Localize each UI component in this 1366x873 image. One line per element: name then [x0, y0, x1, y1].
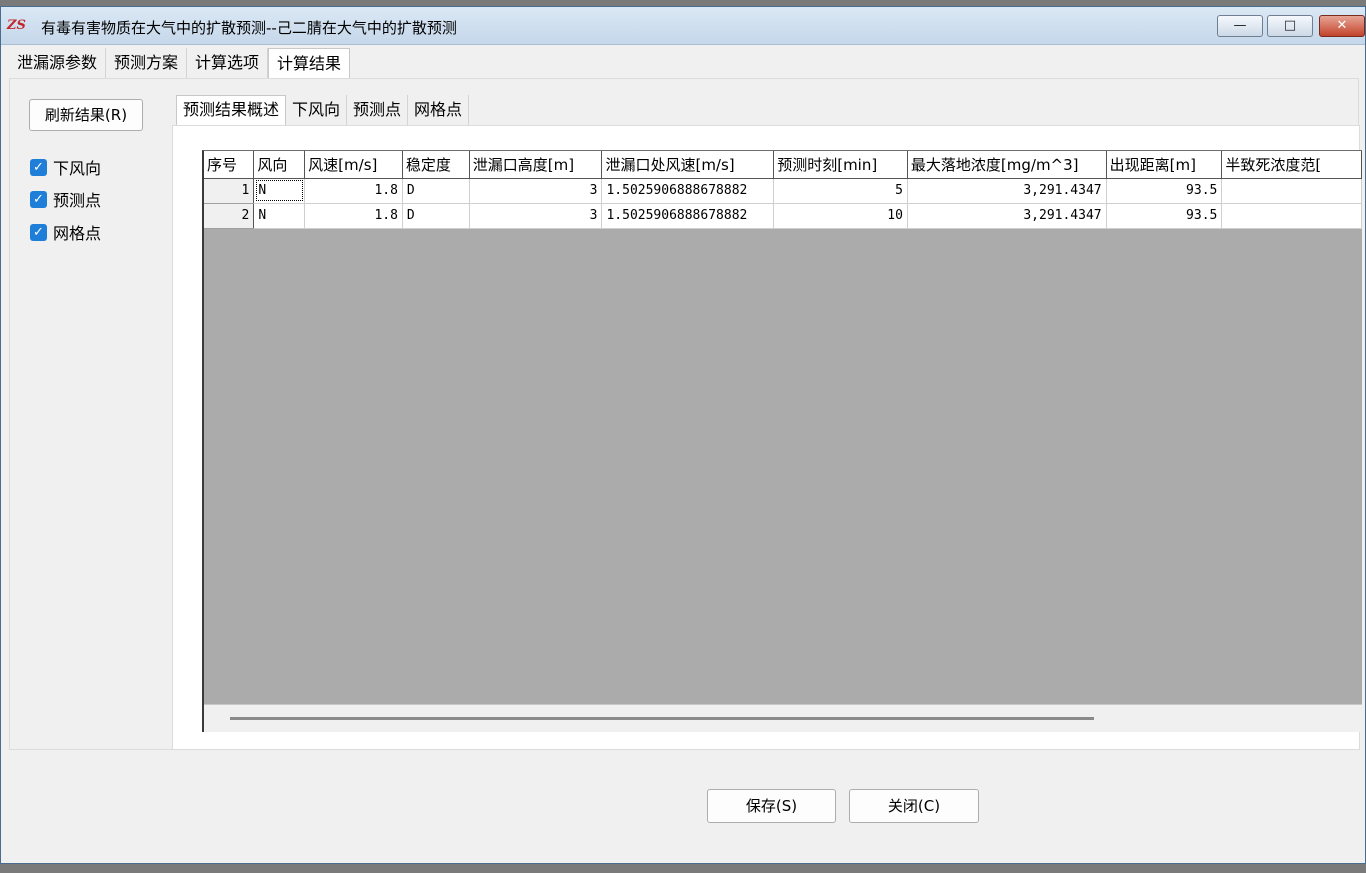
cell-prediction-time[interactable]: 5: [773, 178, 908, 204]
minimize-icon: —: [1233, 18, 1247, 33]
cell-occurrence-distance[interactable]: 93.5: [1106, 178, 1223, 204]
window-title: 有毒有害物质在大气中的扩散预测--己二腈在大气中的扩散预测: [41, 19, 457, 37]
results-table: 序号 风向 风速[m/s] 稳定度 泄漏口高度[m] 泄漏口处风速[m/s] 预…: [204, 151, 1362, 229]
cell-stability[interactable]: D: [402, 203, 470, 229]
results-overview-panel: 序号 风向 风速[m/s] 稳定度 泄漏口高度[m] 泄漏口处风速[m/s] 预…: [172, 125, 1362, 750]
horizontal-scrollbar[interactable]: [204, 704, 1362, 732]
col-header-occurrence-distance[interactable]: 出现距离[m]: [1106, 151, 1223, 179]
cell-wind-direction[interactable]: N: [253, 203, 306, 229]
cell-leak-height[interactable]: 3: [469, 203, 603, 229]
tab-leak-source-params[interactable]: 泄漏源参数: [9, 48, 107, 78]
main-tab-bar: 泄漏源参数 预测方案 计算选项 计算结果: [9, 48, 351, 78]
tab-calc-options[interactable]: 计算选项: [187, 48, 269, 78]
cell-max-concentration[interactable]: 3,291.4347: [907, 203, 1107, 229]
maximize-button[interactable]: □: [1267, 15, 1313, 37]
scrollbar-thumb[interactable]: [230, 717, 1094, 720]
close-button[interactable]: 关闭(C): [849, 789, 979, 823]
col-header-index[interactable]: 序号: [204, 151, 255, 179]
checkbox-downwind-label: 下风向: [53, 159, 102, 178]
checkbox-grid-points-label: 网格点: [53, 224, 102, 243]
tab-calc-results[interactable]: 计算结果: [268, 48, 351, 78]
checkbox-grid-points[interactable]: ✓ 网格点: [30, 220, 101, 244]
cell-wind-speed[interactable]: 1.8: [304, 203, 403, 229]
tab-grid-points[interactable]: 网格点: [408, 95, 470, 125]
cell-wind-direction[interactable]: N: [253, 178, 306, 204]
col-header-lethal-range[interactable]: 半致死浓度范[: [1221, 151, 1362, 179]
results-grid[interactable]: 序号 风向 风速[m/s] 稳定度 泄漏口高度[m] 泄漏口处风速[m/s] 预…: [202, 150, 1362, 732]
cell-lethal-range[interactable]: [1221, 203, 1362, 229]
checkbox-downwind[interactable]: ✓ 下风向: [30, 155, 101, 179]
col-header-leak-wind-speed[interactable]: 泄漏口处风速[m/s]: [601, 151, 775, 179]
main-window: ZS 有毒有害物质在大气中的扩散预测--己二腈在大气中的扩散预测 — □ ✕ 泄…: [0, 6, 1366, 864]
maximize-icon: □: [1283, 18, 1297, 33]
cell-stability[interactable]: D: [402, 178, 470, 204]
table-row[interactable]: 2 N 1.8 D 3 1.5025906888678882 10 3,291.…: [204, 203, 1362, 229]
title-bar[interactable]: ZS 有毒有害物质在大气中的扩散预测--己二腈在大气中的扩散预测 — □ ✕: [1, 7, 1365, 45]
tab-prediction-plan[interactable]: 预测方案: [106, 48, 188, 78]
close-icon: ✕: [1336, 18, 1348, 33]
sub-tab-bar: 预测结果概述 下风向 预测点 网格点: [176, 95, 470, 125]
checkbox-prediction-points[interactable]: ✓ 预测点: [30, 187, 101, 211]
check-icon[interactable]: ✓: [30, 158, 47, 176]
col-header-wind-speed[interactable]: 风速[m/s]: [304, 151, 403, 179]
tab-prediction-points[interactable]: 预测点: [347, 95, 409, 125]
col-header-max-concentration[interactable]: 最大落地浓度[mg/m^3]: [907, 151, 1107, 179]
cell-leak-height[interactable]: 3: [469, 178, 603, 204]
table-row[interactable]: 1 N 1.8 D 3 1.5025906888678882 5 3,291.4…: [204, 178, 1362, 204]
cell-index[interactable]: 2: [204, 203, 255, 229]
check-icon[interactable]: ✓: [30, 190, 47, 208]
check-icon[interactable]: ✓: [30, 223, 47, 241]
app-logo-icon: ZS: [7, 18, 26, 33]
col-header-leak-height[interactable]: 泄漏口高度[m]: [469, 151, 603, 179]
cell-occurrence-distance[interactable]: 93.5: [1106, 203, 1223, 229]
cell-leak-wind-speed[interactable]: 1.5025906888678882: [601, 178, 775, 204]
results-tab-panel: 刷新结果(R) ✓ 下风向 ✓ 预测点 ✓ 网格点 预测结果概述 下风向 预测点…: [9, 78, 1362, 750]
checkbox-prediction-points-label: 预测点: [53, 191, 102, 210]
cell-prediction-time[interactable]: 10: [773, 203, 908, 229]
tab-downwind[interactable]: 下风向: [286, 95, 348, 125]
col-header-stability[interactable]: 稳定度: [402, 151, 470, 179]
refresh-results-button[interactable]: 刷新结果(R): [29, 99, 143, 131]
cell-index[interactable]: 1: [204, 178, 255, 204]
cell-lethal-range[interactable]: [1221, 178, 1362, 204]
table-header-row: 序号 风向 风速[m/s] 稳定度 泄漏口高度[m] 泄漏口处风速[m/s] 预…: [204, 151, 1362, 179]
cell-wind-speed[interactable]: 1.8: [304, 178, 403, 204]
cell-max-concentration[interactable]: 3,291.4347: [907, 178, 1107, 204]
col-header-wind-direction[interactable]: 风向: [253, 151, 306, 179]
tab-results-overview[interactable]: 预测结果概述: [176, 95, 287, 125]
save-button[interactable]: 保存(S): [707, 789, 836, 823]
minimize-button[interactable]: —: [1217, 15, 1263, 37]
col-header-prediction-time[interactable]: 预测时刻[min]: [773, 151, 908, 179]
close-window-button[interactable]: ✕: [1319, 15, 1365, 37]
cell-leak-wind-speed[interactable]: 1.5025906888678882: [601, 203, 775, 229]
